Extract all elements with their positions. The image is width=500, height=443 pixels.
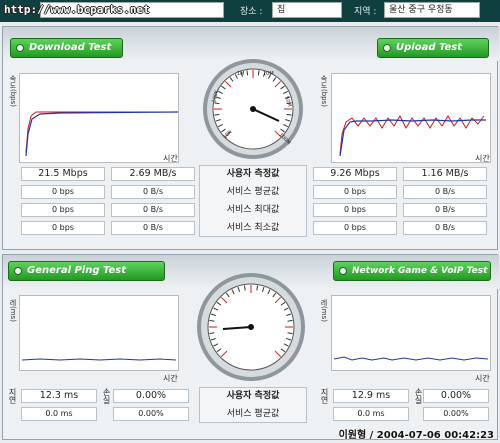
row-label-max: 서비스 최대값 xyxy=(226,205,280,215)
general-ping-label: General Ping Test xyxy=(27,265,127,276)
ping-x-label: 시간 xyxy=(163,374,178,383)
ping-test-panel: General Ping Test Network Game & VoIP Te… xyxy=(2,254,499,440)
game-graph xyxy=(331,295,491,371)
location-value: 집 xyxy=(272,2,342,18)
game-x-label: 시간 xyxy=(475,374,490,383)
status-dot-icon xyxy=(383,44,391,52)
gauge-tick-1m: 1M xyxy=(237,71,245,77)
speed-gauge: 10K 100K 1M 10M 50M 100M xyxy=(201,57,305,161)
game-series xyxy=(333,356,489,361)
ping-user-loss: 0.00% xyxy=(113,389,189,403)
upload-graph xyxy=(331,73,491,163)
download-max-bps: 0 bps xyxy=(21,203,105,217)
upload-y-label: 속도(bps) xyxy=(320,75,328,107)
download-series-blue xyxy=(25,111,179,157)
row-label-min: 서비스 최소값 xyxy=(226,223,280,233)
upload-test-label: Upload Test xyxy=(396,42,463,53)
download-user-bytes: 2.69 MB/s xyxy=(111,167,195,181)
watermark: http://www.bcparks.net xyxy=(4,3,150,16)
speed-test-panel: Download Test Upload Test 속도(bps) 시간 속도(… xyxy=(2,26,499,250)
game-voip-button[interactable]: Network Game & VoIP Test xyxy=(333,261,491,281)
gauge-tick-10m: 10M xyxy=(263,71,274,77)
status-dot-icon xyxy=(14,267,22,275)
game-y-label: 레(ms) xyxy=(320,299,328,322)
ping-y-label: 레(ms) xyxy=(9,299,17,322)
download-avg-bytes: 0 B/s xyxy=(111,185,195,199)
row-label-user: 사용자 측정값 xyxy=(226,169,280,179)
upload-min-bps: 0 bps xyxy=(313,221,397,235)
download-min-bps: 0 bps xyxy=(21,221,105,235)
upload-min-bytes: 0 B/s xyxy=(403,221,487,235)
game-user-loss: 0.00% xyxy=(423,389,489,403)
general-ping-button[interactable]: General Ping Test xyxy=(8,261,165,281)
download-graph-svg xyxy=(25,111,179,157)
ping-series xyxy=(21,358,177,361)
ping-row-label-user: 사용자 측정값 xyxy=(226,391,280,401)
region-value: 울산 중구 우정동 xyxy=(384,2,480,18)
download-series-red xyxy=(25,111,178,153)
download-y-label: 속도(bps) xyxy=(9,75,17,107)
upload-user-bytes: 1.16 MB/s xyxy=(403,167,487,181)
upload-max-bps: 0 bps xyxy=(313,203,397,217)
game-delay-label: 지연 xyxy=(320,388,329,404)
upload-graph-svg xyxy=(339,114,486,157)
upload-avg-bytes: 0 B/s xyxy=(403,185,487,199)
ping-loss-label: 손실 xyxy=(102,388,111,404)
download-graph xyxy=(19,73,179,163)
footer-credit: 이원형 / 2004-07-06 00:42:23 xyxy=(338,430,494,441)
ping-avg-loss: 0.00% xyxy=(113,407,189,421)
download-user-bps: 21.5 Mbps xyxy=(21,167,105,181)
upload-series-red xyxy=(339,114,485,155)
ping-row-label-avg: 서비스 평균값 xyxy=(226,409,280,419)
game-voip-label: Network Game & VoIP Test xyxy=(352,266,488,276)
ping-graph xyxy=(19,295,179,371)
ping-graph-svg xyxy=(21,358,177,361)
location-label: 장소 : xyxy=(240,7,263,17)
upload-max-bytes: 0 B/s xyxy=(403,203,487,217)
ping-gauge xyxy=(195,271,307,383)
game-avg-delay: 0.0 ms xyxy=(333,407,409,421)
download-x-label: 시간 xyxy=(163,154,178,163)
status-dot-icon xyxy=(16,44,24,52)
row-label-avg: 서비스 평균값 xyxy=(226,187,280,197)
ping-avg-delay: 0.0 ms xyxy=(21,407,97,421)
download-min-bytes: 0 B/s xyxy=(111,221,195,235)
upload-user-bps: 9.26 Mbps xyxy=(313,167,397,181)
ping-user-delay: 12.3 ms xyxy=(21,389,97,403)
status-dot-icon xyxy=(339,267,347,275)
ping-delay-label: 지연 xyxy=(8,388,17,404)
game-avg-loss: 0.00% xyxy=(423,407,489,421)
game-user-delay: 12.9 ms xyxy=(333,389,409,403)
upload-x-label: 시간 xyxy=(475,154,490,163)
region-label: 지역 : xyxy=(354,7,377,17)
speed-gauge-svg: 10K 100K 1M 10M 50M 100M xyxy=(203,59,303,159)
download-test-button[interactable]: Download Test xyxy=(10,38,123,58)
ping-gauge-svg xyxy=(197,273,305,381)
game-graph-svg xyxy=(333,356,489,361)
upload-test-button[interactable]: Upload Test xyxy=(377,38,489,58)
download-test-label: Download Test xyxy=(29,42,112,53)
download-max-bytes: 0 B/s xyxy=(111,203,195,217)
upload-avg-bps: 0 bps xyxy=(313,185,397,199)
download-avg-bps: 0 bps xyxy=(21,185,105,199)
